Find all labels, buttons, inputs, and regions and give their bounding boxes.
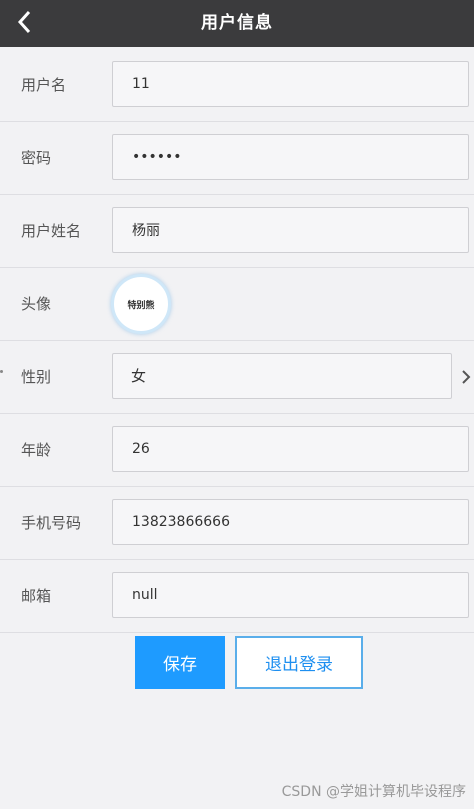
chevron-right-icon[interactable] <box>461 365 474 389</box>
row-email: 邮箱 <box>0 560 474 633</box>
user-info-form: 用户名 密码 用户姓名 头像 特别熊 性别 女 年龄 手机号码 邮箱 <box>0 49 474 633</box>
row-age: 年龄 <box>0 414 474 487</box>
gender-label: 性别 <box>21 368 52 386</box>
username-input[interactable] <box>112 61 469 107</box>
row-username: 用户名 <box>0 49 474 122</box>
realname-label: 用户姓名 <box>21 222 82 240</box>
row-phone: 手机号码 <box>0 487 474 560</box>
username-label: 用户名 <box>21 76 67 94</box>
row-gender: 性别 女 <box>0 341 474 414</box>
gender-select[interactable]: 女 <box>112 353 452 399</box>
row-realname: 用户姓名 <box>0 195 474 268</box>
save-button[interactable]: 保存 <box>135 636 225 689</box>
avatar-image-text: 特别熊 <box>127 300 155 311</box>
email-label: 邮箱 <box>21 587 52 605</box>
page-title: 用户信息 <box>201 13 273 33</box>
edge-dot <box>0 370 3 373</box>
age-label: 年龄 <box>21 441 52 459</box>
watermark: CSDN @学姐计算机毕设程序 <box>281 784 466 800</box>
password-label: 密码 <box>21 149 52 167</box>
age-input[interactable] <box>112 426 469 472</box>
avatar-label: 头像 <box>21 295 52 313</box>
phone-label: 手机号码 <box>21 514 82 532</box>
password-input[interactable] <box>112 134 469 180</box>
row-avatar: 头像 特别熊 <box>0 268 474 341</box>
realname-input[interactable] <box>112 207 469 253</box>
action-buttons: 保存 退出登录 <box>0 636 474 690</box>
avatar[interactable]: 特别熊 <box>111 274 171 334</box>
top-bar: 用户信息 <box>0 0 474 47</box>
row-password: 密码 <box>0 122 474 195</box>
phone-input[interactable] <box>112 499 469 545</box>
logout-button[interactable]: 退出登录 <box>235 636 363 689</box>
email-input[interactable] <box>112 572 469 618</box>
